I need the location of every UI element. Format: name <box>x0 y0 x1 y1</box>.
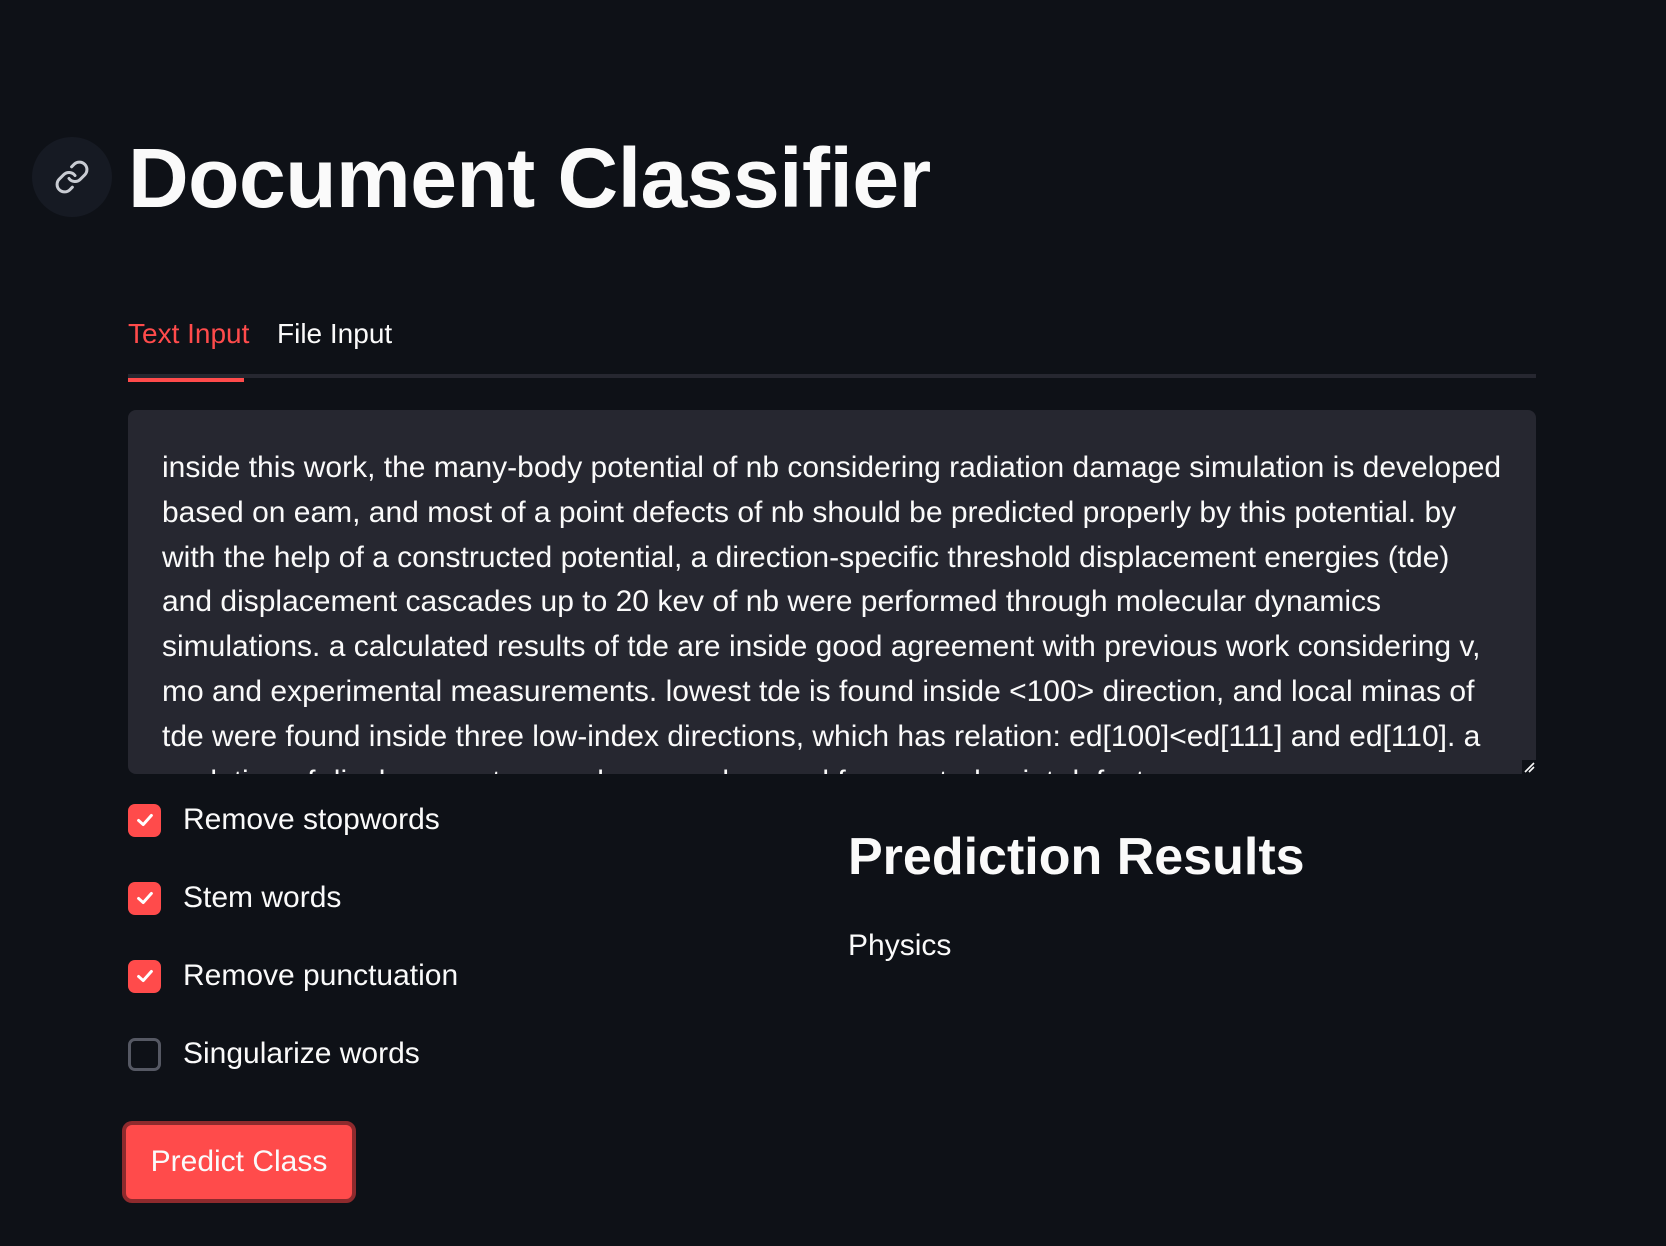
page-title: Document Classifier <box>128 131 931 225</box>
input-tabs: Text Input File Input <box>128 310 1536 382</box>
option-label: Singularize words <box>183 1037 420 1070</box>
option-singularize-words[interactable]: Singularize words <box>128 1034 528 1074</box>
prediction-results-heading: Prediction Results <box>848 828 1305 886</box>
option-label: Remove punctuation <box>183 959 459 992</box>
option-stem-words[interactable]: Stem words <box>128 878 528 918</box>
checkbox-checked-icon[interactable] <box>128 881 161 915</box>
checkbox-checked-icon[interactable] <box>128 803 161 837</box>
header-anchor-button[interactable] <box>32 137 112 217</box>
resize-handle-icon[interactable] <box>1522 760 1536 774</box>
app-page: Document Classifier Text Input File Inpu… <box>0 0 1666 1246</box>
tab-text-input[interactable]: Text Input <box>128 310 249 382</box>
prediction-result-value: Physics <box>848 929 952 962</box>
checkbox-checked-icon[interactable] <box>128 959 161 993</box>
option-remove-punctuation[interactable]: Remove punctuation <box>128 956 528 996</box>
checkbox-unchecked-icon[interactable] <box>128 1037 161 1071</box>
option-remove-stopwords[interactable]: Remove stopwords <box>128 800 528 840</box>
option-label: Stem words <box>183 881 342 914</box>
link-icon <box>55 160 89 194</box>
document-text-area[interactable]: inside this work, the many-body potentia… <box>128 410 1536 774</box>
option-label: Remove stopwords <box>183 803 440 836</box>
tab-file-input[interactable]: File Input <box>277 310 397 378</box>
document-text-value: inside this work, the many-body potentia… <box>162 451 1502 774</box>
predict-class-button[interactable]: Predict Class <box>122 1121 356 1203</box>
